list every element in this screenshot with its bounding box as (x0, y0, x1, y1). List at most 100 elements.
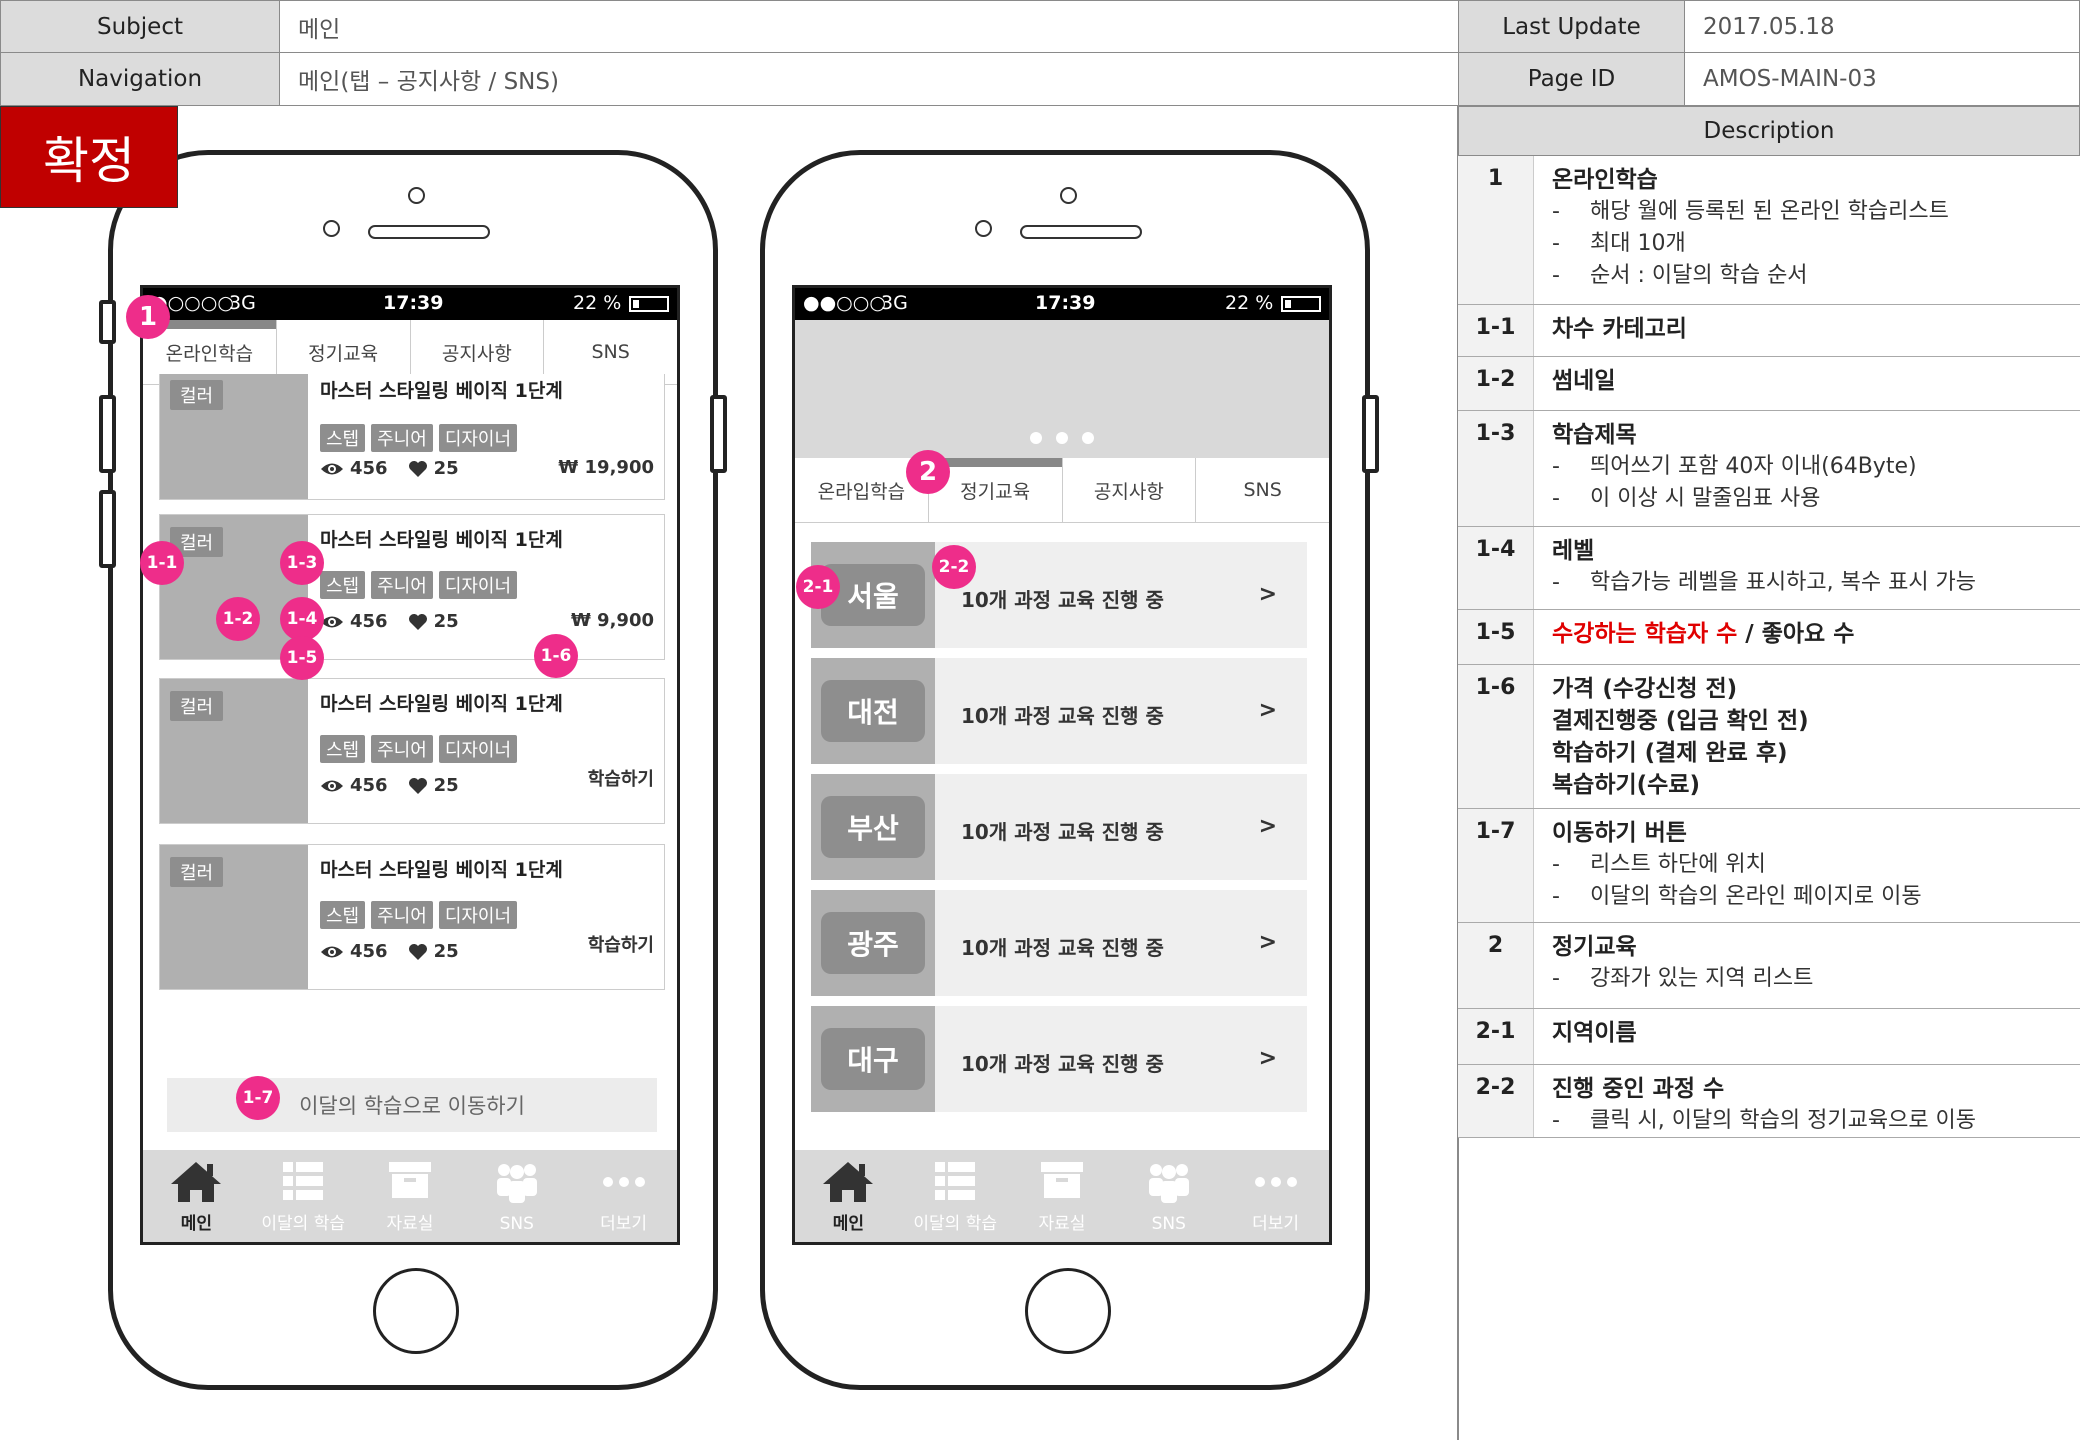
phone-screen-1: ●○○○○ 3G 17:39 22 % 온라인학습 정기교육 공지사항 SNS … (140, 285, 680, 1245)
chevron-right-icon: > (1258, 582, 1277, 607)
region-row[interactable]: 대구 10개 과정 교육 진행 중 > (811, 1006, 1307, 1112)
row-detail: 순서 : 이달의 학습 순서 (1552, 260, 2060, 292)
home-icon (823, 1162, 874, 1202)
description-row: 1-4 레벨 학습가능 레벨을 표시하고, 복수 표시 가능 (1458, 527, 2080, 610)
signal-indicator: ●●○○○ (803, 292, 886, 314)
eye-icon (321, 463, 343, 474)
chevron-right-icon: > (1258, 1046, 1277, 1071)
level-badge: 주니어 (371, 735, 433, 763)
row-detail: 학습가능 레벨을 표시하고, 복수 표시 가능 (1552, 567, 2060, 599)
nav-label: 더보기 (1252, 1214, 1300, 1234)
phone-mockup-2: ●●○○○ 3G 17:39 22 % 온라입학습 정기교육 공지사항 SNS … (760, 150, 1379, 1390)
subject-label: Subject (0, 0, 280, 53)
nav-label: 이달의 학습 (913, 1214, 997, 1234)
row-title: 이동하기 버튼 (1552, 820, 1687, 846)
description-row: 1-7 이동하기 버튼 리스트 하단에 위치 이달의 학습의 온라인 페이지로 … (1458, 809, 2080, 923)
banner-carousel[interactable] (795, 320, 1329, 458)
heart-icon (408, 777, 427, 794)
level-badge: 디자이너 (438, 571, 518, 599)
region-row[interactable]: 서울 10개 과정 교육 진행 중 > (811, 542, 1307, 648)
course-stats: 456 25 (320, 775, 459, 796)
nav-label: SNS (1151, 1214, 1186, 1234)
volume-down-button (99, 490, 116, 568)
study-button[interactable]: 학습하기 (588, 765, 654, 791)
row-title: 학습제목 (1552, 422, 1637, 448)
course-levels: 스텝 주니어 디자이너 (320, 735, 518, 763)
tab-notice[interactable]: 공지사항 (1063, 458, 1197, 522)
nav-main[interactable]: 메인 (143, 1150, 250, 1242)
clock: 17:39 (383, 292, 444, 314)
row-title: 정기교육 (1552, 934, 1637, 960)
level-badge: 스텝 (320, 735, 366, 763)
phone-screen-2: ●●○○○ 3G 17:39 22 % 온라입학습 정기교육 공지사항 SNS … (792, 285, 1332, 1245)
course-card[interactable]: 컬러 마스터 스타일링 베이직 1단계 스텝 주니어 디자이너 456 25 ₩… (159, 374, 665, 500)
people-icon (496, 1164, 537, 1203)
tab-sns[interactable]: SNS (1196, 458, 1329, 522)
course-category-badge: 컬러 (170, 380, 224, 410)
annotation-marker: 1-5 (280, 636, 324, 680)
course-card[interactable]: 컬러 마스터 스타일링 베이직 1단계 스텝 주니어 디자이너 456 25 학… (159, 844, 665, 990)
description-row: 1-3 학습제목 띄어쓰기 포함 40자 이내(64Byte) 이 이상 시 말… (1458, 411, 2080, 527)
status-bar: ●○○○○ 3G 17:39 22 % (143, 288, 677, 320)
page-id-label: Page ID (1458, 52, 1685, 106)
eye-icon (321, 946, 343, 957)
row-detail: 리스트 하단에 위치 (1552, 849, 2060, 881)
course-stats: 456 25 (320, 611, 459, 632)
nav-more[interactable]: 더보기 (570, 1150, 677, 1242)
nav-more[interactable]: 더보기 (1222, 1150, 1329, 1242)
description-panel: Description 1 온라인학습 해당 월에 등록된 된 온라인 학습리스… (1458, 106, 2080, 1138)
home-button[interactable] (1025, 1268, 1111, 1354)
study-button[interactable]: 학습하기 (588, 931, 654, 957)
level-badge: 디자이너 (438, 901, 518, 929)
nav-label: 더보기 (600, 1214, 648, 1234)
description-row: 1-1 차수 카테고리 (1458, 305, 2080, 357)
region-name: 대전 (821, 680, 925, 742)
proximity-sensor (1060, 187, 1077, 204)
annotation-marker: 1-3 (280, 541, 324, 585)
front-camera (323, 220, 340, 237)
home-button[interactable] (373, 1268, 459, 1354)
navigation-value: 메인(탭 – 공지사항 / SNS) (279, 52, 1459, 106)
nav-main[interactable]: 메인 (795, 1150, 902, 1242)
archive-box-icon (388, 1162, 431, 1198)
nav-sns[interactable]: SNS (1115, 1150, 1222, 1242)
description-row: 2-2 진행 중인 과정 수 클릭 시, 이달의 학습의 정기교육으로 이동 (1458, 1065, 2080, 1138)
course-count-text: 10개 과정 교육 진행 중 (961, 820, 1164, 844)
row-number: 1-1 (1458, 305, 1534, 356)
course-count-text: 10개 과정 교육 진행 중 (961, 588, 1164, 612)
nav-monthly-learning[interactable]: 이달의 학습 (250, 1150, 357, 1242)
power-button (1362, 395, 1379, 473)
volume-up-button (99, 395, 116, 473)
annotation-marker: 1 (126, 295, 170, 339)
nav-monthly-learning[interactable]: 이달의 학습 (902, 1150, 1009, 1242)
course-card[interactable]: 컬러 마스터 스타일링 베이직 1단계 스텝 주니어 디자이너 456 25 학… (159, 678, 665, 824)
region-name: 대구 (821, 1028, 925, 1090)
annotation-marker: 1-6 (534, 634, 578, 678)
network-label: 3G (881, 292, 908, 314)
likes-count: 25 (433, 611, 459, 632)
row-detail: 해당 월에 등록된 된 온라인 학습리스트 (1552, 196, 2060, 228)
level-badge: 디자이너 (438, 424, 518, 452)
row-detail: 이달의 학습의 온라인 페이지로 이동 (1552, 881, 2060, 913)
row-number: 1-5 (1458, 610, 1534, 664)
course-levels: 스텝 주니어 디자이너 (320, 571, 518, 599)
region-row[interactable]: 대전 10개 과정 교육 진행 중 > (811, 658, 1307, 764)
nav-sns[interactable]: SNS (463, 1150, 570, 1242)
course-stats: 456 25 (320, 458, 459, 479)
nav-archive[interactable]: 자료실 (357, 1150, 464, 1242)
description-row: 1-5 수강하는 학습자 수 / 좋아요 수 (1458, 610, 2080, 665)
annotation-marker: 2-1 (796, 565, 840, 609)
carousel-dots (1030, 432, 1094, 444)
views-count: 456 (350, 775, 388, 796)
region-row[interactable]: 광주 10개 과정 교육 진행 중 > (811, 890, 1307, 996)
annotation-marker: 1-7 (236, 1076, 280, 1120)
row-title: 썸네일 (1552, 368, 1616, 394)
nav-archive[interactable]: 자료실 (1009, 1150, 1116, 1242)
more-dots-icon (602, 1177, 645, 1187)
people-icon (1148, 1164, 1189, 1203)
row-title: 학습하기 (결제 완료 후) (1552, 740, 1788, 766)
row-number: 2 (1458, 923, 1534, 1008)
course-stats: 456 25 (320, 941, 459, 962)
eye-icon (321, 780, 343, 791)
region-row[interactable]: 부산 10개 과정 교육 진행 중 > (811, 774, 1307, 880)
